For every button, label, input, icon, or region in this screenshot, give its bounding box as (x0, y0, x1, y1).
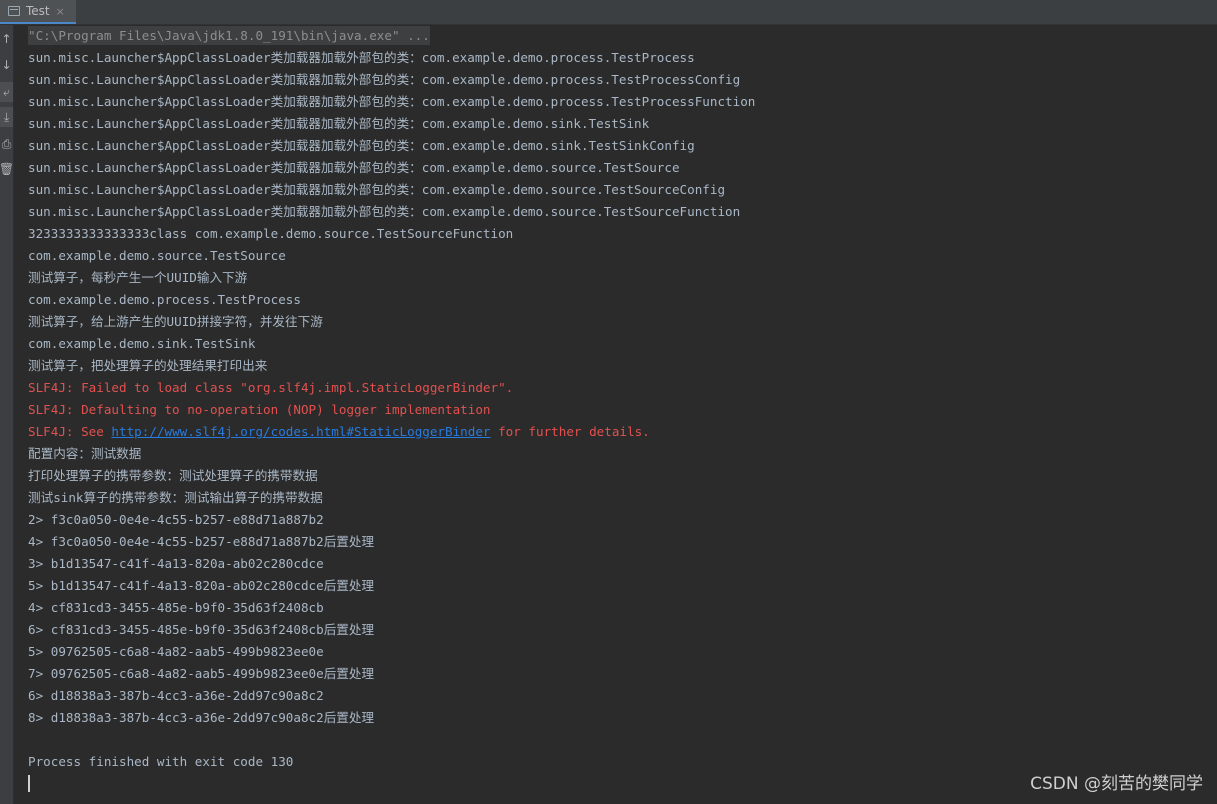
print-icon[interactable]: ⎙ (0, 134, 13, 154)
log-line: sun.misc.Launcher$AppClassLoader类加载器加载外部… (28, 138, 695, 153)
tool-window-tabbar: Test × (0, 0, 1217, 25)
output-line: 8> d18838a3-387b-4cc3-a36e-2dd97c90a8c2后… (28, 710, 375, 725)
tab-title: Test (26, 4, 50, 18)
command-line: "C:\Program Files\Java\jdk1.8.0_191\bin\… (28, 26, 430, 45)
log-line: sun.misc.Launcher$AppClassLoader类加载器加载外部… (28, 50, 695, 65)
log-line: 测试sink算子的携带参数：测试输出算子的携带数据 (28, 490, 323, 505)
text-cursor (28, 775, 30, 792)
output-line: 5> 09762505-c6a8-4a82-aab5-499b9823ee0e (28, 644, 324, 659)
console-output[interactable]: "C:\Program Files\Java\jdk1.8.0_191\bin\… (28, 25, 1217, 804)
close-icon[interactable]: × (56, 5, 65, 18)
down-arrow-icon[interactable]: ↓ (0, 55, 13, 75)
log-line: sun.misc.Launcher$AppClassLoader类加载器加载外部… (28, 94, 756, 109)
log-line: sun.misc.Launcher$AppClassLoader类加载器加载外部… (28, 116, 650, 131)
log-line: com.example.demo.source.TestSource (28, 248, 286, 263)
output-line: 4> cf831cd3-3455-485e-b9f0-35d63f2408cb (28, 600, 324, 615)
slf4j-docs-link[interactable]: http://www.slf4j.org/codes.html#StaticLo… (111, 424, 490, 439)
log-line: sun.misc.Launcher$AppClassLoader类加载器加载外部… (28, 72, 741, 87)
scroll-to-end-icon[interactable]: ⤓ (0, 107, 13, 127)
log-line: 3233333333333333class com.example.demo.s… (28, 226, 514, 241)
log-line: sun.misc.Launcher$AppClassLoader类加载器加载外部… (28, 182, 726, 197)
output-line: 7> 09762505-c6a8-4a82-aab5-499b9823ee0e后… (28, 666, 375, 681)
output-line: 6> d18838a3-387b-4cc3-a36e-2dd97c90a8c2 (28, 688, 324, 703)
log-line: 测试算子，给上游产生的UUID拼接字符，并发往下游 (28, 314, 323, 329)
log-line: sun.misc.Launcher$AppClassLoader类加载器加载外部… (28, 160, 680, 175)
log-line: 打印处理算子的携带参数：测试处理算子的携带数据 (28, 468, 318, 483)
soft-wrap-icon[interactable]: ⤶ (0, 82, 13, 102)
error-line: SLF4J: Failed to load class "org.slf4j.i… (28, 380, 514, 395)
output-line: 6> cf831cd3-3455-485e-b9f0-35d63f2408cb后… (28, 622, 375, 637)
log-line: com.example.demo.process.TestProcess (28, 292, 301, 307)
error-line: SLF4J: See http://www.slf4j.org/codes.ht… (28, 424, 650, 439)
output-line: 3> b1d13547-c41f-4a13-820a-ab02c280cdce (28, 556, 324, 571)
watermark: CSDN @刻苦的樊同学 (1030, 774, 1203, 794)
log-line: sun.misc.Launcher$AppClassLoader类加载器加载外部… (28, 204, 741, 219)
log-line: 测试算子，每秒产生一个UUID输入下游 (28, 270, 248, 285)
log-line: com.example.demo.sink.TestSink (28, 336, 256, 351)
log-line: 配置内容：测试数据 (28, 446, 142, 461)
output-line: 4> f3c0a050-0e4e-4c55-b257-e88d71a887b2后… (28, 534, 375, 549)
up-arrow-icon[interactable]: ↑ (0, 29, 13, 49)
error-line: SLF4J: Defaulting to no-operation (NOP) … (28, 402, 491, 417)
tab-test[interactable]: Test × (0, 0, 76, 24)
console-icon (8, 6, 20, 16)
output-line: 5> b1d13547-c41f-4a13-820a-ab02c280cdce后… (28, 578, 375, 593)
log-line: 测试算子，把处理算子的处理结果打印出来 (28, 358, 268, 373)
trash-icon[interactable]: 🗑 (0, 159, 14, 179)
output-line: 2> f3c0a050-0e4e-4c55-b257-e88d71a887b2 (28, 512, 324, 527)
console-toolbar: ↑ ↓ ⤶ ⤓ ⎙ 🗑 (0, 25, 14, 804)
